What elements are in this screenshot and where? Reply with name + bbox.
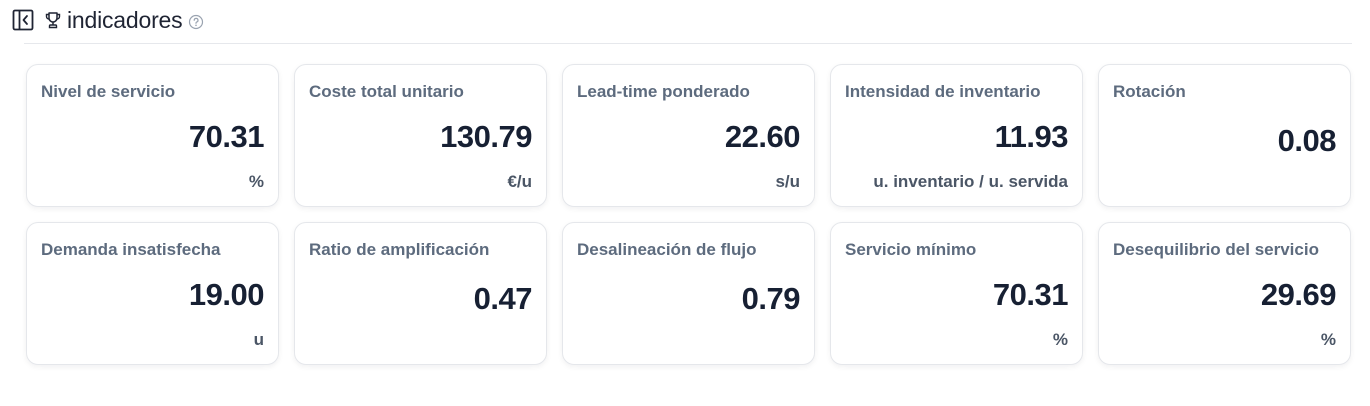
kpi-unit: % xyxy=(248,172,264,191)
kpi-value: 29.69 xyxy=(1260,277,1337,312)
kpi-label: Desalineación de flujo xyxy=(577,240,757,259)
kpi-unit: u xyxy=(253,330,264,349)
kpi-value: 0.08 xyxy=(1277,123,1337,158)
kpi-unit: s/u xyxy=(775,172,800,191)
kpi-card-demanda-insatisfecha: Demanda insatisfecha 19.00 u xyxy=(26,222,279,365)
sidebar-collapse-icon[interactable] xyxy=(12,9,34,31)
kpi-value: 11.93 xyxy=(994,119,1069,154)
kpi-label: Desequilibrio del servicio xyxy=(1113,240,1319,259)
kpi-unit: % xyxy=(1320,330,1336,349)
kpi-label: Coste total unitario xyxy=(309,82,464,101)
panel-title: indicadores xyxy=(67,6,183,33)
kpi-value: 70.31 xyxy=(992,277,1069,312)
kpi-unit: % xyxy=(1052,330,1068,349)
kpi-value: 0.79 xyxy=(741,281,801,316)
kpi-value: 70.31 xyxy=(188,119,265,154)
header-divider xyxy=(24,43,1352,44)
panel-header: indicadores xyxy=(12,4,204,36)
help-circle-icon[interactable] xyxy=(188,14,204,30)
kpi-card-lead-time-ponderado: Lead-time ponderado 22.60 s/u xyxy=(562,64,815,207)
kpi-label: Servicio mínimo xyxy=(845,240,977,259)
kpi-card-intensidad-inventario: Intensidad de inventario 11.93 u. invent… xyxy=(830,64,1083,207)
kpi-card-nivel-servicio: Nivel de servicio 70.31 % xyxy=(26,64,279,207)
kpi-card-desalineacion-flujo: Desalineación de flujo 0.79 xyxy=(562,222,815,365)
kpi-label: Rotación xyxy=(1113,82,1186,101)
kpi-label: Intensidad de inventario xyxy=(845,82,1041,101)
kpi-value: 22.60 xyxy=(724,119,801,154)
kpi-label: Demanda insatisfecha xyxy=(41,240,221,259)
kpi-label: Nivel de servicio xyxy=(41,82,176,101)
kpi-value: 0.47 xyxy=(473,281,533,316)
kpi-card-ratio-amplificacion: Ratio de amplificación 0.47 xyxy=(294,222,547,365)
kpi-grid: Nivel de servicio 70.31 % Coste total un… xyxy=(26,64,1352,365)
kpi-card-coste-total-unitario: Coste total unitario 130.79 €/u xyxy=(294,64,547,207)
kpi-card-rotacion: Rotación 0.08 xyxy=(1098,64,1351,207)
kpi-label: Lead-time ponderado xyxy=(577,82,750,101)
kpi-value: 130.79 xyxy=(440,119,532,154)
kpi-card-desequilibrio-servicio: Desequilibrio del servicio 29.69 % xyxy=(1098,222,1351,365)
kpi-card-servicio-minimo: Servicio mínimo 70.31 % xyxy=(830,222,1083,365)
kpi-unit: u. inventario / u. servida xyxy=(873,172,1068,191)
kpi-label: Ratio de amplificación xyxy=(309,240,490,259)
indicators-panel: indicadores Nivel de servicio 70.31 % Co… xyxy=(0,0,1370,406)
kpi-value: 19.00 xyxy=(188,277,265,312)
trophy-icon xyxy=(43,10,63,30)
kpi-unit: €/u xyxy=(507,172,532,191)
